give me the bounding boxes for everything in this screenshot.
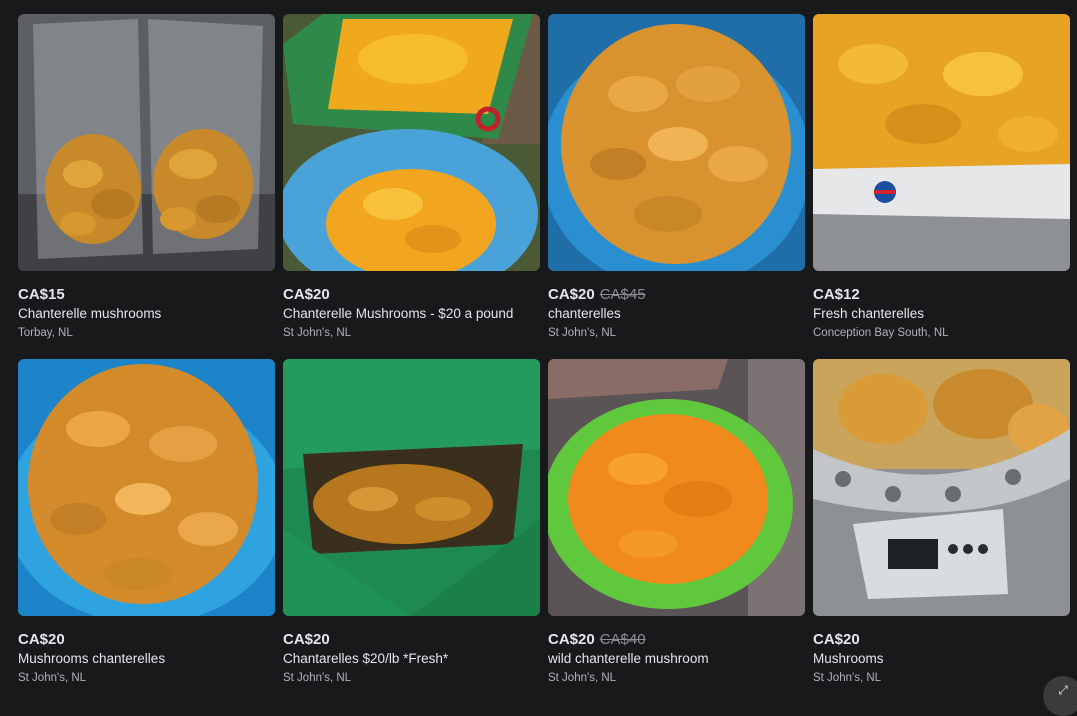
price-line: CA$15: [18, 285, 275, 305]
listing-title: Chantarelles $20/lb *Fresh*: [283, 651, 449, 666]
price: CA$12: [813, 286, 860, 303]
listing-photo[interactable]: [18, 14, 275, 271]
listing-photo[interactable]: [18, 359, 275, 616]
listing-title: wild chanterelle mushroom: [548, 651, 709, 666]
listing-card[interactable]: CA$20 Chanterelle Mushrooms - $20 a poun…: [283, 14, 540, 359]
price-line: CA$20 CA$40: [548, 630, 805, 650]
listing-title: chanterelles: [548, 306, 621, 321]
listing-photo[interactable]: [283, 359, 540, 616]
price-line: CA$20: [283, 630, 540, 650]
price: CA$20: [813, 631, 860, 648]
listing-card[interactable]: CA$20 Chantarelles $20/lb *Fresh* St Joh…: [283, 359, 540, 704]
listing-location: St John's, NL: [283, 672, 352, 684]
mushrooms-on-green-tray-photo: [548, 359, 805, 616]
listing-title: Fresh chanterelles: [813, 306, 925, 321]
listing-title: Chanterelle Mushrooms - $20 a pound: [283, 306, 514, 321]
listing-location: St John's, NL: [18, 672, 87, 684]
listing-location: St John's, NL: [548, 327, 617, 339]
price: CA$15: [18, 286, 65, 303]
listing-location: St John's, NL: [548, 672, 617, 684]
listing-title: Chanterelle mushrooms: [18, 306, 162, 321]
listing-photo[interactable]: [813, 359, 1070, 616]
mushrooms-in-cardboard-box-photo: [813, 14, 1070, 271]
listing-card[interactable]: CA$20 CA$45 chanterelles St John's, NL: [548, 14, 805, 359]
price: CA$20: [283, 286, 330, 303]
price-line: CA$20: [813, 630, 1070, 650]
listing-title: Mushrooms chanterelles: [18, 651, 166, 666]
listing-card[interactable]: CA$20 CA$40 wild chanterelle mushroom St …: [548, 359, 805, 704]
listing-photo[interactable]: [548, 359, 805, 616]
expand-icon[interactable]: ⤢: [1043, 676, 1077, 716]
mushrooms-heaped-in-blue-basket-photo: [548, 14, 805, 271]
price: CA$20: [548, 286, 595, 303]
listing-card[interactable]: CA$12 Fresh chanterelles Conception Bay …: [813, 14, 1070, 359]
listing-grid: CA$15 Chanterelle mushrooms Torbay, NL C…: [18, 14, 1070, 704]
listing-card[interactable]: CA$20 Mushrooms St John's, NL: [813, 359, 1070, 704]
listing-location: Conception Bay South, NL: [813, 327, 949, 339]
listing-location: Torbay, NL: [18, 327, 73, 339]
listing-location: St John's, NL: [283, 327, 352, 339]
listing-location: St John's, NL: [813, 672, 882, 684]
listing-card[interactable]: CA$15 Chanterelle mushrooms Torbay, NL: [18, 14, 275, 359]
listing-card[interactable]: CA$20 Mushrooms chanterelles St John's, …: [18, 359, 275, 704]
listing-photo[interactable]: [283, 14, 540, 271]
mushrooms-in-green-bag-photo: [283, 359, 540, 616]
price: CA$20: [18, 631, 65, 648]
price-line: CA$20: [283, 285, 540, 305]
listing-photo[interactable]: [548, 14, 805, 271]
old-price: CA$40: [599, 631, 646, 648]
old-price: CA$45: [599, 286, 646, 303]
mushrooms-in-blue-basket-photo: [18, 359, 275, 616]
price-line: CA$20 CA$45: [548, 285, 805, 305]
mushrooms-on-kitchen-scale-photo: [813, 359, 1070, 616]
mushrooms-in-crate-and-blue-basket-photo: [283, 14, 540, 271]
price: CA$20: [548, 631, 595, 648]
price-line: CA$12: [813, 285, 1070, 305]
mushrooms-in-plastic-bags-photo: [18, 14, 275, 271]
listing-photo[interactable]: [813, 14, 1070, 271]
price: CA$20: [283, 631, 330, 648]
price-line: CA$20: [18, 630, 275, 650]
listing-title: Mushrooms: [813, 651, 884, 666]
